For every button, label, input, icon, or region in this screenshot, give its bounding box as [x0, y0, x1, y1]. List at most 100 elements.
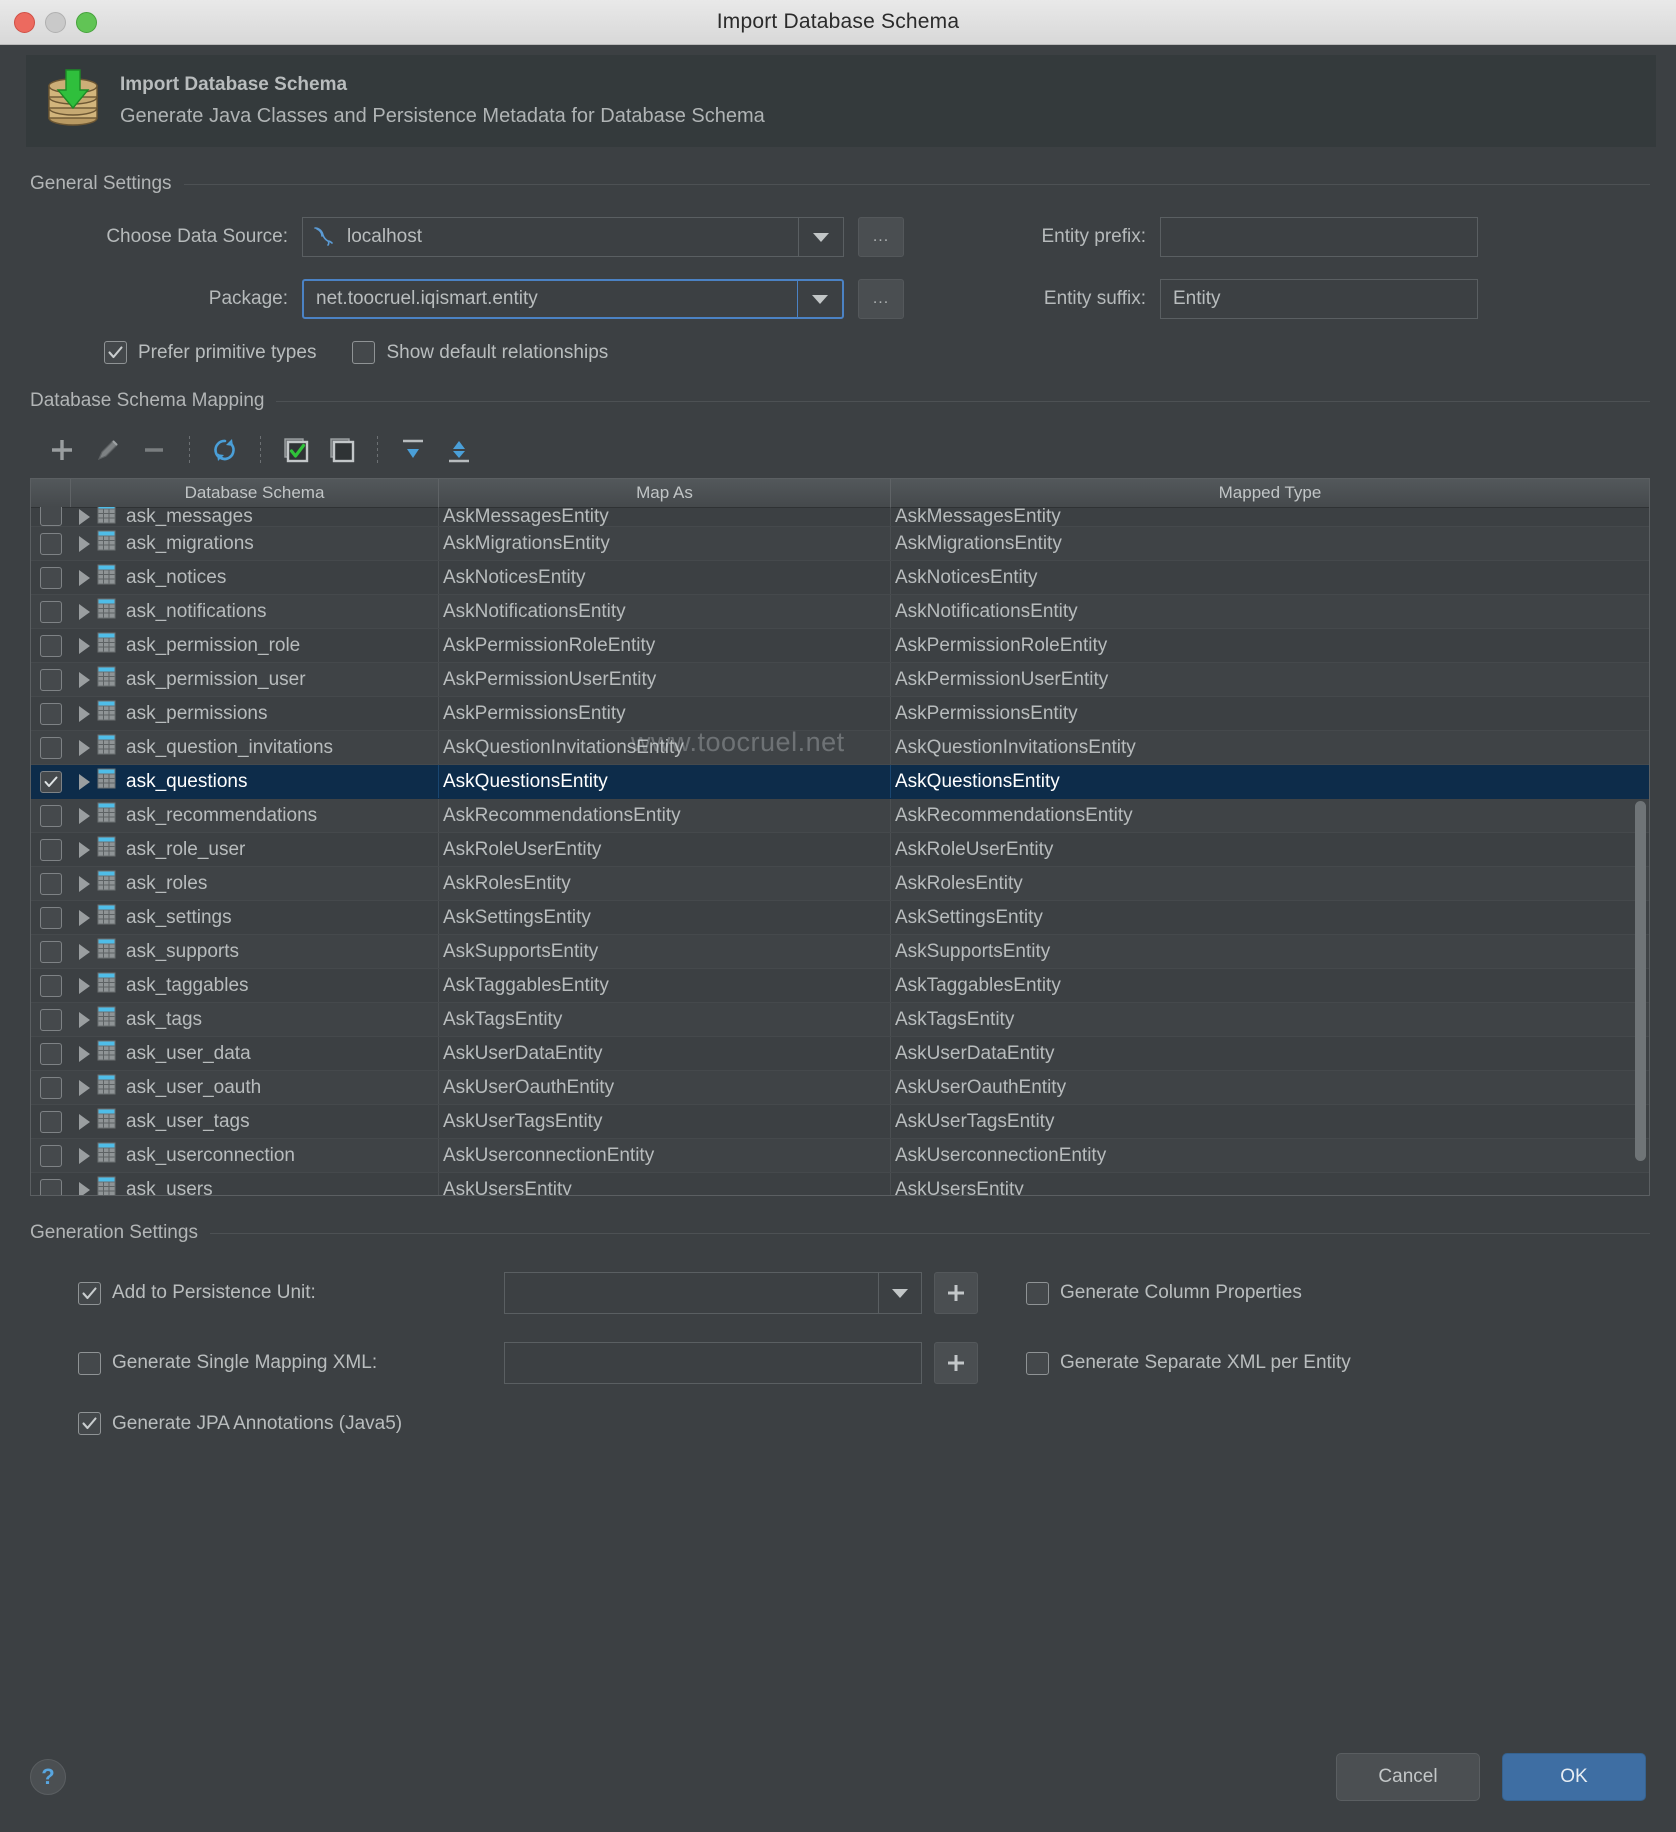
row-checkbox[interactable]	[40, 507, 62, 526]
expand-row-toggle[interactable]	[71, 875, 97, 892]
mapped-type-cell[interactable]: AskUserDataEntity	[891, 1037, 1649, 1070]
mapped-type-cell[interactable]: AskNoticesEntity	[891, 561, 1649, 594]
table-row[interactable]: ask_supports AskSupportsEntity AskSupports…	[31, 935, 1649, 969]
map-as-cell[interactable]: AskSupportsEntity	[439, 935, 891, 968]
map-as-cell[interactable]: AskPermissionRoleEntity	[439, 629, 891, 662]
minimize-window-button[interactable]	[45, 12, 66, 33]
package-browse-button[interactable]: ...	[858, 279, 904, 319]
table-row[interactable]: ask_notifications AskNotificationsEntity A…	[31, 595, 1649, 629]
row-checkbox-cell[interactable]	[31, 668, 71, 691]
row-checkbox[interactable]	[40, 736, 62, 759]
collapse-all-button[interactable]	[437, 430, 481, 470]
row-checkbox-cell[interactable]	[31, 702, 71, 725]
add-to-persistence-unit-checkbox[interactable]	[78, 1281, 101, 1305]
row-checkbox[interactable]	[40, 1042, 62, 1065]
row-checkbox[interactable]	[40, 974, 62, 997]
expand-row-toggle[interactable]	[71, 1045, 97, 1062]
mapped-type-cell[interactable]: AskUsersEntity	[891, 1173, 1649, 1196]
mapped-type-cell[interactable]: AskPermissionUserEntity	[891, 663, 1649, 696]
cancel-button[interactable]: Cancel	[1336, 1753, 1480, 1801]
map-as-cell[interactable]: AskRecommendationsEntity	[439, 799, 891, 832]
table-row[interactable]: ask_users AskUsersEntity AskUsersEntity	[31, 1173, 1649, 1195]
refresh-button[interactable]	[203, 430, 247, 470]
persistence-unit-dropdown-arrow[interactable]	[878, 1273, 921, 1313]
select-all-button[interactable]	[274, 430, 318, 470]
expand-all-button[interactable]	[391, 430, 435, 470]
mapped-type-cell[interactable]: AskNotificationsEntity	[891, 595, 1649, 628]
row-checkbox[interactable]	[40, 600, 62, 623]
mapped-type-cell[interactable]: AskQuestionsEntity	[891, 765, 1649, 798]
map-as-cell[interactable]: AskUserDataEntity	[439, 1037, 891, 1070]
header-map-as[interactable]: Map As	[439, 479, 891, 507]
map-as-cell[interactable]: AskSettingsEntity	[439, 901, 891, 934]
mapped-type-cell[interactable]: AskSettingsEntity	[891, 901, 1649, 934]
table-row[interactable]: ask_permission_role AskPermissionRoleEnti…	[31, 629, 1649, 663]
expand-row-toggle[interactable]	[71, 535, 97, 552]
show-default-relationships-checkbox[interactable]	[352, 341, 376, 364]
table-row[interactable]: ask_permission_user AskPermissionUserEnti…	[31, 663, 1649, 697]
row-checkbox[interactable]	[40, 566, 62, 589]
row-checkbox-cell[interactable]	[31, 1144, 71, 1167]
prefer-primitive-types-checkbox[interactable]	[104, 341, 127, 364]
table-row[interactable]: ask_roles AskRolesEntity AskRolesEntity	[31, 867, 1649, 901]
map-as-cell[interactable]: AskNoticesEntity	[439, 561, 891, 594]
deselect-all-button[interactable]	[320, 430, 364, 470]
mapped-type-cell[interactable]: AskUserTagsEntity	[891, 1105, 1649, 1138]
generate-separate-xml-per-entity-checkbox[interactable]	[1026, 1351, 1049, 1375]
row-checkbox-cell[interactable]	[31, 736, 71, 759]
map-as-cell[interactable]: AskUserconnectionEntity	[439, 1139, 891, 1172]
row-checkbox-cell[interactable]	[31, 634, 71, 657]
row-checkbox[interactable]	[40, 940, 62, 963]
row-checkbox-cell[interactable]	[31, 974, 71, 997]
row-checkbox[interactable]	[40, 872, 62, 895]
expand-row-toggle[interactable]	[71, 909, 97, 926]
row-checkbox[interactable]	[40, 770, 62, 793]
mapped-type-cell[interactable]: AskRoleUserEntity	[891, 833, 1649, 866]
table-row[interactable]: ask_user_oauth AskUserOauthEntity AskUserO…	[31, 1071, 1649, 1105]
row-checkbox[interactable]	[40, 634, 62, 657]
map-as-cell[interactable]: AskQuestionInvitationsEntity	[439, 731, 891, 764]
map-as-cell[interactable]: AskUserTagsEntity	[439, 1105, 891, 1138]
expand-row-toggle[interactable]	[71, 1181, 97, 1195]
expand-row-toggle[interactable]	[71, 977, 97, 994]
expand-row-toggle[interactable]	[71, 1079, 97, 1096]
row-checkbox-cell[interactable]	[31, 1042, 71, 1065]
row-checkbox[interactable]	[40, 668, 62, 691]
row-checkbox[interactable]	[40, 838, 62, 861]
map-as-cell[interactable]: AskTagsEntity	[439, 1003, 891, 1036]
package-dropdown-arrow[interactable]	[797, 281, 842, 317]
table-row[interactable]: ask_notices AskNoticesEntity AskNoticesEnt…	[31, 561, 1649, 595]
map-as-cell[interactable]: AskRolesEntity	[439, 867, 891, 900]
map-as-cell[interactable]: AskUsersEntity	[439, 1173, 891, 1195]
mapped-type-cell[interactable]: AskQuestionInvitationsEntity	[891, 731, 1649, 764]
mapped-type-cell[interactable]: AskTaggablesEntity	[891, 969, 1649, 1002]
add-button[interactable]	[40, 430, 84, 470]
row-checkbox-cell[interactable]	[31, 804, 71, 827]
remove-button[interactable]	[132, 430, 176, 470]
zoom-window-button[interactable]	[76, 12, 97, 33]
row-checkbox[interactable]	[40, 1008, 62, 1031]
mapped-type-cell[interactable]: AskUserconnectionEntity	[891, 1139, 1649, 1172]
expand-row-toggle[interactable]	[71, 807, 97, 824]
table-row[interactable]: ask_migrations AskMigrationsEntity AskMigr…	[31, 527, 1649, 561]
table-row[interactable]: ask_recommendations AskRecommendationsEnt…	[31, 799, 1649, 833]
row-checkbox-cell[interactable]	[31, 1178, 71, 1195]
table-row[interactable]: ask_role_user AskRoleUserEntity AskRoleUse…	[31, 833, 1649, 867]
row-checkbox-cell[interactable]	[31, 566, 71, 589]
expand-row-toggle[interactable]	[71, 705, 97, 722]
row-checkbox-cell[interactable]	[31, 1076, 71, 1099]
table-row[interactable]: ask_user_tags AskUserTagsEntity AskUserTag…	[31, 1105, 1649, 1139]
map-as-cell[interactable]: AskTaggablesEntity	[439, 969, 891, 1002]
table-row[interactable]: ask_userconnection AskUserconnectionEntit…	[31, 1139, 1649, 1173]
row-checkbox-cell[interactable]	[31, 1008, 71, 1031]
header-database-schema[interactable]: Database Schema	[71, 479, 439, 507]
map-as-cell[interactable]: AskRoleUserEntity	[439, 833, 891, 866]
row-checkbox[interactable]	[40, 532, 62, 555]
close-window-button[interactable]	[14, 12, 35, 33]
table-vertical-scrollbar[interactable]	[1635, 801, 1646, 1161]
map-as-cell[interactable]: AskPermissionsEntity	[439, 697, 891, 730]
table-row[interactable]: ask_user_data AskUserDataEntity AskUserDat…	[31, 1037, 1649, 1071]
row-checkbox[interactable]	[40, 702, 62, 725]
table-row[interactable]: ask_questions AskQuestionsEntity AskQuesti…	[31, 765, 1649, 799]
table-row[interactable]: ask_messages AskMessagesEntity AskMessages…	[31, 507, 1649, 527]
